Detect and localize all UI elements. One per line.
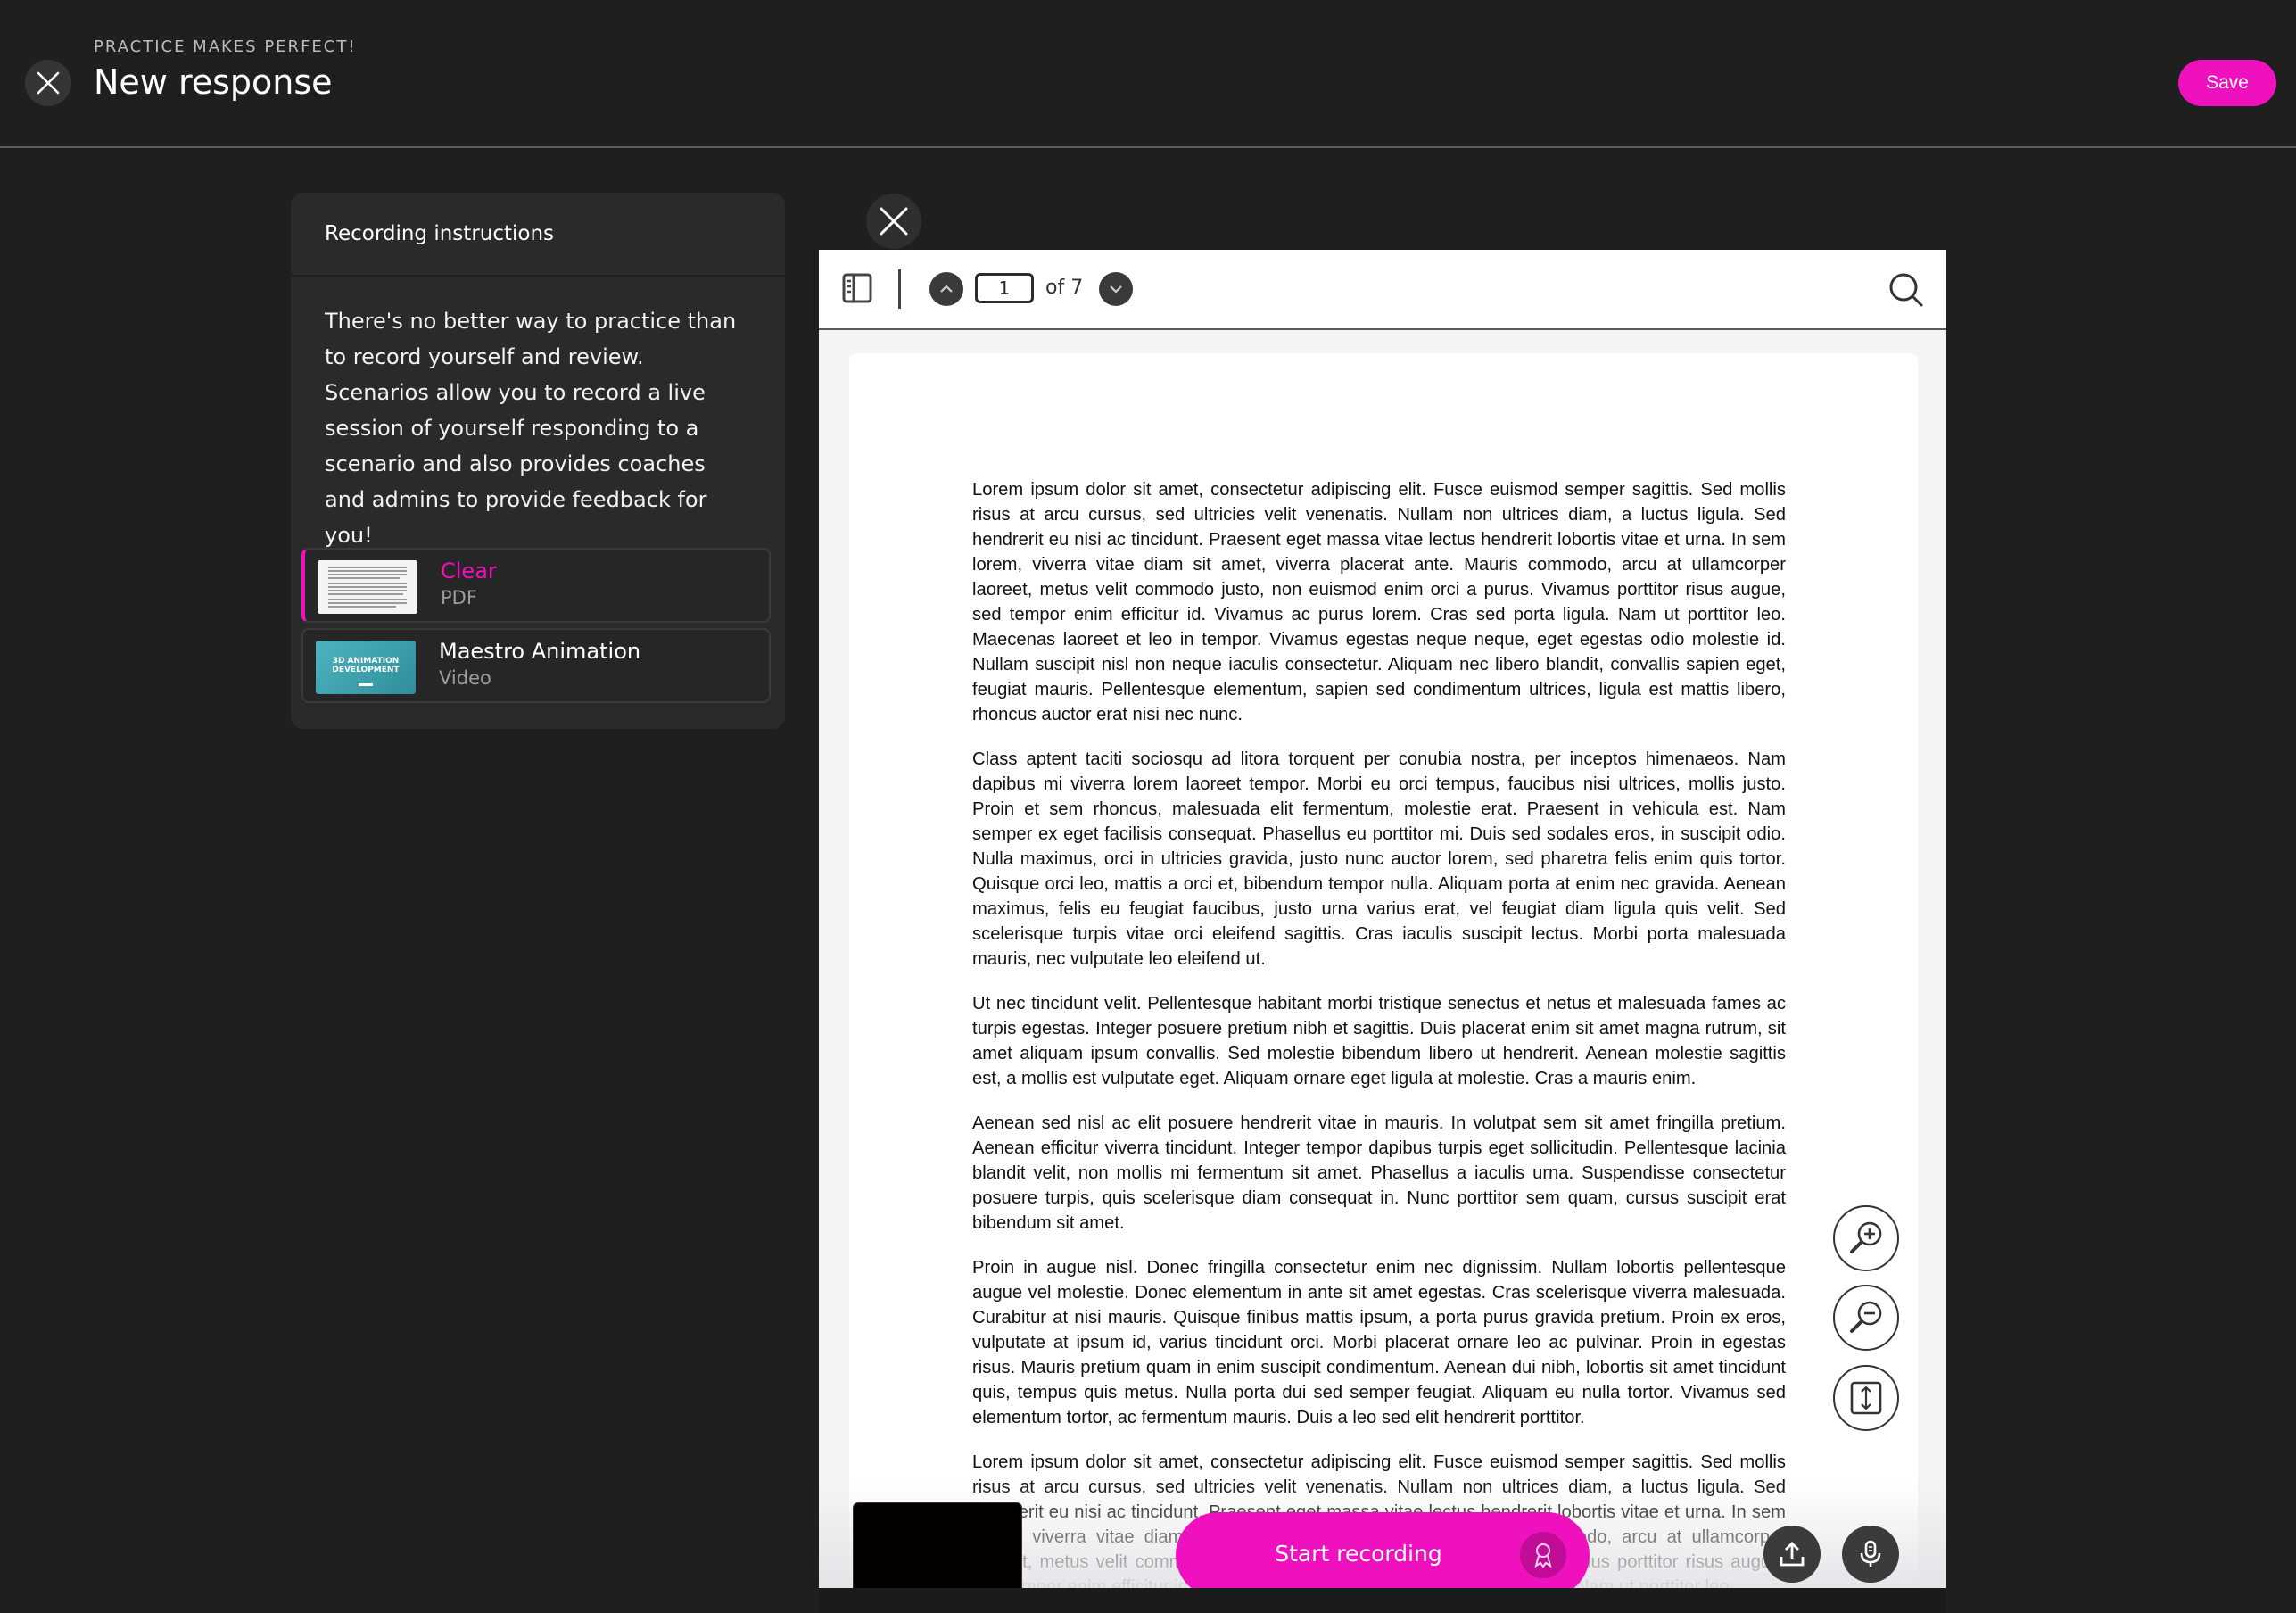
video-thumbnail: 3D ANIMATION DEVELOPMENT [316,641,416,694]
pdf-viewer: of 7 Lorem ipsum dolor sit amet, consect… [819,250,1946,1588]
video-thumbnail-caption: 3D ANIMATION DEVELOPMENT [332,657,400,674]
resource-type: Video [439,667,491,689]
search-icon [1889,273,1923,307]
close-response-button[interactable] [25,60,71,106]
sidebar-toggle-icon [842,273,872,303]
page-total: of 7 [1045,277,1084,299]
instructions-heading: Recording instructions [291,193,785,277]
paragraph: Lorem ipsum dolor sit amet, consectetur … [972,480,1786,724]
save-button[interactable]: Save [2178,60,2276,106]
resource-type: PDF [441,587,477,608]
upload-button[interactable] [1763,1526,1821,1583]
previous-page-button[interactable] [929,272,963,306]
close-viewer-button[interactable] [866,194,921,249]
resource-name: Clear [441,558,497,583]
thumbnail-divider [359,683,373,686]
ribbon-badge-icon [1520,1532,1566,1578]
instructions-body: There's no better way to practice than t… [325,309,737,548]
paragraph: Aenean sed nisl ac elit posuere hendreri… [972,1113,1786,1233]
microphone-icon [1860,1540,1881,1567]
pdf-toolbar: of 7 [819,250,1946,330]
toolbar-divider [898,269,901,309]
chevron-down-icon [1110,285,1122,294]
fit-page-icon [1850,1381,1882,1415]
close-icon [880,207,908,236]
start-recording-button[interactable]: Start recording [1176,1512,1590,1598]
upload-icon [1780,1542,1805,1567]
page-title: New response [94,62,333,102]
page-subtitle: PRACTICE MAKES PERFECT! [94,37,357,56]
zoom-in-icon [1850,1221,1882,1253]
search-button[interactable] [1887,271,1925,312]
fit-page-button[interactable] [1833,1365,1899,1431]
chevron-up-icon [940,285,953,293]
recording-instructions-panel: Recording instructions There's no better… [291,193,785,729]
close-icon [37,71,60,95]
paragraph: Ut nec tincidunt velit. Pellentesque hab… [972,994,1786,1088]
resource-item-video[interactable]: 3D ANIMATION DEVELOPMENT Maestro Animati… [301,628,771,703]
sidebar-toggle-button[interactable] [842,273,872,307]
zoom-in-button[interactable] [1833,1205,1899,1271]
start-recording-label: Start recording [1275,1541,1442,1567]
resource-item-pdf[interactable]: Clear PDF [301,548,771,623]
paragraph: Proin in augue nisl. Donec fringilla con… [972,1258,1786,1427]
bottom-strip [819,1588,1946,1613]
pdf-thumbnail [318,560,417,614]
resource-name: Maestro Animation [439,639,641,664]
page-number-input[interactable] [975,273,1034,303]
zoom-out-icon [1850,1301,1882,1333]
paragraph: Class aptent taciti sociosqu ad litora t… [972,749,1786,969]
next-page-button[interactable] [1099,272,1133,306]
microphone-button[interactable] [1842,1526,1899,1583]
pdf-page: Lorem ipsum dolor sit amet, consectetur … [849,353,1918,1588]
zoom-out-button[interactable] [1833,1285,1899,1351]
pdf-page-text: Lorem ipsum dolor sit amet, consectetur … [972,477,1786,1588]
top-bar: PRACTICE MAKES PERFECT! New response Sav… [0,0,2296,148]
